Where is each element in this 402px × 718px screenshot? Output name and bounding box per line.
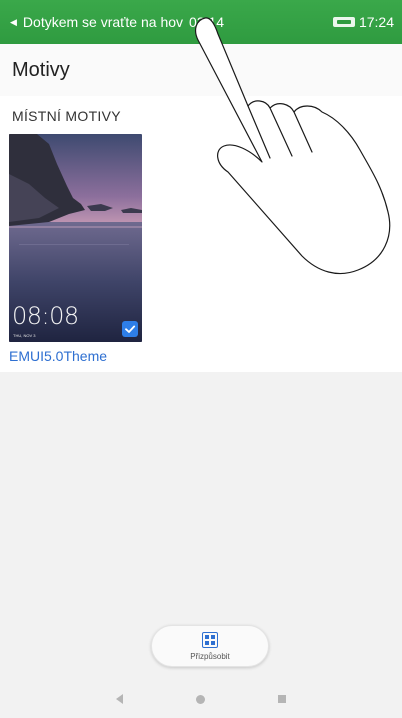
status-clock: 17:24 (358, 14, 394, 30)
nav-recent-icon[interactable] (277, 695, 286, 703)
navigation-bar (0, 680, 402, 718)
customize-button[interactable]: Přizpůsobit (151, 625, 269, 667)
back-arrow-icon: ◀ (10, 16, 17, 27)
section-title: MÍSTNÍ MOTIVY (12, 108, 121, 124)
theme-preview-card[interactable]: 08:08 THU, NOV 3 (9, 134, 142, 342)
customize-label: Přizpůsobit (190, 651, 230, 661)
return-to-call-text: Dotykem se vraťte na hov (22, 14, 184, 30)
selected-check-icon (122, 321, 138, 337)
nav-back-icon[interactable] (116, 694, 124, 704)
return-to-call-banner[interactable]: ◀ Dotykem se vraťte na hov 03:14 (10, 14, 224, 30)
call-timer: 03:14 (189, 14, 225, 30)
page-title: Motivy (12, 58, 70, 81)
status-indicators: 17:24 (332, 14, 394, 30)
theme-name[interactable]: EMUI5.0Theme (9, 348, 107, 364)
battery-icon (332, 17, 355, 27)
nav-home-icon[interactable] (195, 694, 205, 704)
app-header: Motivy (0, 44, 402, 96)
themes-content: MÍSTNÍ MOTIVY 08:08 THU, NOV 3 EMUI5.0Th… (0, 96, 402, 372)
grid-icon (202, 631, 218, 648)
preview-clock: 08:08 (12, 302, 79, 330)
status-bar[interactable]: ◀ Dotykem se vraťte na hov 03:14 17:24 (0, 0, 402, 44)
preview-date: THU, NOV 3 (13, 333, 36, 338)
